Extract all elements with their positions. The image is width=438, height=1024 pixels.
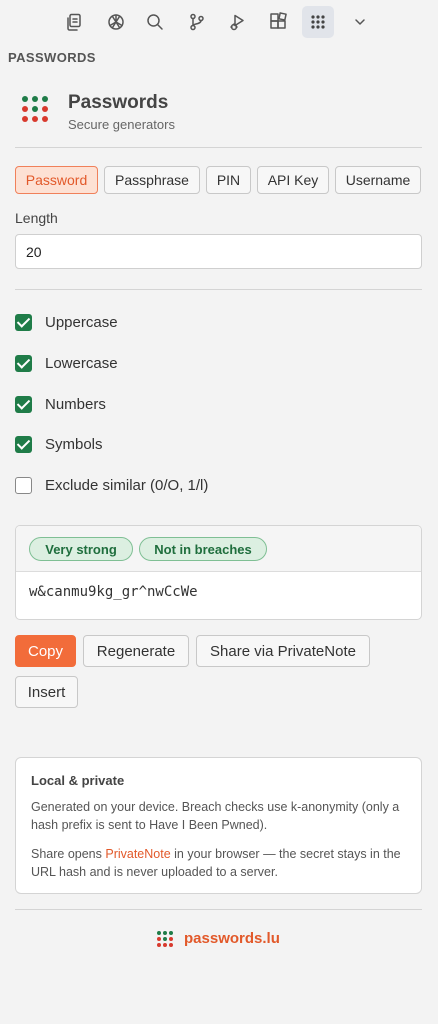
option-symbols[interactable]: Symbols [15, 434, 415, 456]
app-header: Passwords Secure generators [20, 90, 420, 136]
regenerate-button[interactable]: Regenerate [83, 635, 189, 667]
divider [15, 147, 422, 148]
generated-password[interactable]: w&canmu9kg_gr^nwCcWe [29, 584, 198, 600]
tab-password[interactable]: Password [15, 166, 98, 194]
app-subtitle: Secure generators [68, 117, 175, 132]
top-toolbar [0, 0, 438, 42]
run-debug-icon[interactable] [222, 6, 254, 38]
checkbox-uppercase[interactable] [15, 314, 32, 331]
search-icon[interactable] [139, 6, 171, 38]
tab-api-key[interactable]: API Key [257, 166, 329, 194]
chevron-down-icon[interactable] [344, 6, 376, 38]
footer-link[interactable]: passwords.lu [184, 930, 280, 947]
result-card: Very strong Not in breaches w&canmu9kg_g… [15, 525, 422, 620]
option-uppercase[interactable]: Uppercase [15, 312, 415, 334]
option-label: Numbers [45, 396, 106, 413]
option-lowercase[interactable]: Lowercase [15, 353, 415, 375]
grid-icon[interactable] [302, 6, 334, 38]
option-label: Uppercase [45, 314, 118, 331]
checkbox-exclude-similar[interactable] [15, 477, 32, 494]
tab-username[interactable]: Username [335, 166, 421, 194]
openai-icon[interactable] [100, 6, 132, 38]
option-label: Lowercase [45, 355, 118, 372]
divider [15, 289, 422, 290]
source-control-icon[interactable] [181, 6, 213, 38]
app-title: Passwords [68, 92, 169, 113]
tab-passphrase[interactable]: Passphrase [104, 166, 200, 194]
copy-button[interactable]: Copy [15, 635, 76, 667]
badge-row: Very strong Not in breaches [16, 526, 421, 572]
insert-button[interactable]: Insert [15, 676, 78, 708]
files-icon[interactable] [58, 6, 90, 38]
checkbox-numbers[interactable] [15, 396, 32, 413]
option-numbers[interactable]: Numbers [15, 394, 415, 416]
divider [15, 909, 422, 910]
logo-dots-icon [22, 96, 52, 126]
checkbox-lowercase[interactable] [15, 355, 32, 372]
info-title: Local & private [31, 773, 125, 788]
option-label: Symbols [45, 436, 103, 453]
footer: passwords.lu [0, 928, 438, 950]
info-paragraph-2: Share opens PrivateNote in your browser … [31, 845, 411, 881]
checkbox-symbols[interactable] [15, 436, 32, 453]
strength-badge: Very strong [29, 537, 133, 561]
privatenote-link[interactable]: PrivateNote [105, 847, 170, 861]
footer-logo-icon [157, 931, 173, 947]
length-label: Length [15, 210, 58, 226]
option-exclude-similar[interactable]: Exclude similar (0/O, 1/l) [15, 475, 415, 497]
breach-badge: Not in breaches [139, 537, 267, 561]
option-label: Exclude similar (0/O, 1/l) [45, 477, 209, 494]
tab-pin[interactable]: PIN [206, 166, 251, 194]
length-input[interactable]: 20 [15, 234, 422, 269]
extensions-icon[interactable] [262, 6, 294, 38]
share-privatenote-button[interactable]: Share via PrivateNote [196, 635, 370, 667]
info-card: Local & private Generated on your device… [15, 757, 422, 894]
info-paragraph-1: Generated on your device. Breach checks … [31, 800, 400, 832]
section-title: PASSWORDS [8, 50, 96, 65]
info-text: Share opens [31, 847, 106, 861]
